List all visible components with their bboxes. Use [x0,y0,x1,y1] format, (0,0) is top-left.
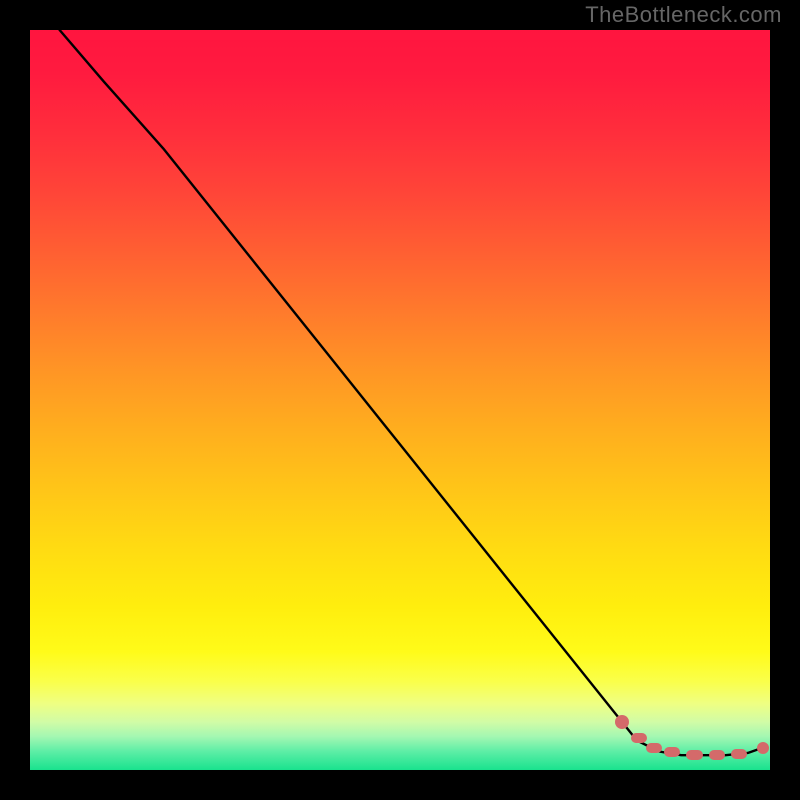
marker-dash [686,750,702,760]
marker-dash [664,747,680,757]
highlight-markers [30,30,770,770]
marker-dash [631,733,647,743]
marker-dot [757,742,769,754]
marker-dash [709,750,725,760]
watermark-text: TheBottleneck.com [585,2,782,28]
marker-dot-lead [615,715,629,729]
plot-area [30,30,770,770]
chart-frame: TheBottleneck.com [0,0,800,800]
marker-dash [646,743,662,753]
marker-dash [731,749,747,759]
